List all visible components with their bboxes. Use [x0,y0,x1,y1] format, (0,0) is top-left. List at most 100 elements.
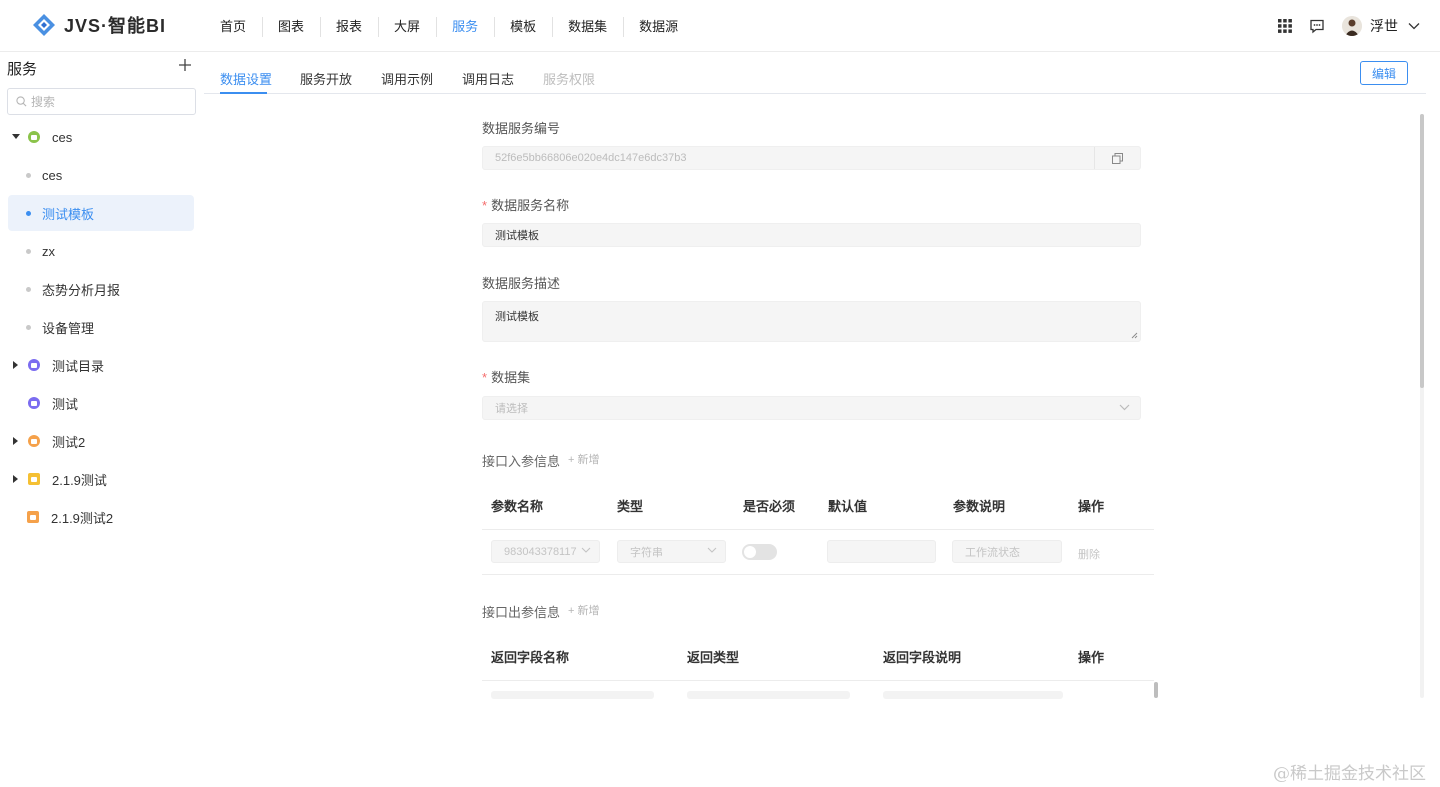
param-name-value: 983043378117 [504,545,577,558]
edit-button[interactable]: 编辑 [1360,61,1408,85]
tab-service-permission: 服务权限 [543,72,596,87]
param-type-select[interactable]: 字符串 [617,540,726,563]
table-divider [482,574,1154,575]
caret-right-icon[interactable] [11,360,21,370]
chevron-down-icon[interactable] [1408,22,1420,30]
tree-folder-test2[interactable]: 测试2 [8,423,194,459]
col-return-desc: 返回字段说明 [883,650,962,665]
param-name-select[interactable]: 983043378117 [491,540,600,563]
col-return-type: 返回类型 [687,650,740,665]
nav-services[interactable]: 服务 [436,0,494,52]
tree-label: 2.1.9测试 [52,472,107,488]
user-avatar[interactable] [1342,16,1362,36]
service-id-field: 52f6e5bb66806e020e4dc147e6dc37b3 [482,146,1141,170]
resize-handle-icon[interactable] [1131,332,1138,339]
add-input-param-button[interactable]: + 新增 [568,451,599,467]
nav-screens[interactable]: 大屏 [378,0,436,52]
col-type: 类型 [617,499,644,514]
tree-label: 测试目录 [52,358,105,374]
param-desc-input[interactable]: 工作流状态 [952,540,1062,563]
tree-label: 测试2 [52,434,86,450]
nav-reports[interactable]: 报表 [320,0,378,52]
tree-folder-test-dir[interactable]: 测试目录 [8,347,194,383]
nav-templates[interactable]: 模板 [494,0,552,52]
add-output-param-button[interactable]: + 新增 [568,602,599,618]
tree-folder-ces[interactable]: ces [8,119,194,155]
tree-label: zx [42,243,55,259]
tree-leaf-situation-report[interactable]: 态势分析月报 [8,271,194,307]
param-default-input[interactable] [827,540,936,563]
tree-leaf-test-template[interactable]: 测试模板 [8,195,194,231]
user-name[interactable]: 浮世 [1370,16,1398,36]
nav-charts[interactable]: 图表 [262,0,320,52]
tab-data-settings[interactable]: 数据设置 [220,69,272,88]
bullet-icon [26,172,31,178]
service-name-label: * 数据服务名称 [482,198,570,213]
tree-label: ces [52,129,73,145]
message-icon[interactable] [1306,15,1328,37]
caret-right-icon[interactable] [11,436,21,446]
service-desc-value: 测试模板 [495,311,539,323]
tab-call-log[interactable]: 调用日志 [462,69,514,88]
caret-down-icon[interactable] [11,132,21,142]
tree-item-test[interactable]: 测试 [8,385,194,421]
bullet-icon [26,286,31,292]
return-type-select[interactable] [687,691,850,699]
caret-right-icon[interactable] [11,474,21,484]
col-return-field: 返回字段名称 [491,650,570,665]
table-scrollbar[interactable] [1154,682,1158,698]
bullet-icon [26,210,31,216]
add-icon[interactable] [176,56,194,74]
copy-icon[interactable] [1094,147,1140,169]
chevron-down-icon [707,547,717,553]
dataset-label: * 数据集 [482,370,531,385]
service-icon [28,397,40,409]
logo-icon [33,14,55,36]
col-return-action: 操作 [1078,650,1105,665]
scrollbar-thumb[interactable] [1420,114,1424,388]
dataset-select[interactable]: 请选择 [482,396,1141,420]
delete-param-button[interactable]: 删除 [1078,546,1100,562]
tab-call-example[interactable]: 调用示例 [381,69,433,88]
search-input[interactable] [31,94,181,109]
service-desc-textarea[interactable]: 测试模板 [482,301,1141,342]
tree-leaf-ces[interactable]: ces [8,157,194,193]
bullet-icon [26,324,31,330]
service-tabs: 数据设置 服务开放 调用示例 调用日志 服务权限 编辑 [204,52,1426,94]
param-type-value: 字符串 [630,546,663,559]
sidebar-search[interactable] [7,88,196,115]
required-toggle[interactable] [742,544,777,560]
return-field-input[interactable] [491,691,654,699]
tree-label: 测试 [52,396,79,412]
param-desc-placeholder: 工作流状态 [965,546,1020,559]
tree-leaf-zx[interactable]: zx [8,233,194,269]
service-name-field[interactable]: 测试模板 [482,223,1141,247]
required-mark: * [482,370,488,385]
nav-datasources[interactable]: 数据源 [623,0,694,52]
table-divider [482,680,1154,681]
service-desc-label: 数据服务描述 [482,276,561,291]
search-icon [16,96,27,107]
main-nav: 首页 图表 报表 大屏 服务 模板 数据集 数据源 [204,0,694,52]
app-logo[interactable]: JVS·智能BI [32,12,166,38]
nav-home[interactable]: 首页 [204,0,262,52]
nav-datasets[interactable]: 数据集 [552,0,623,52]
folder-icon [28,359,40,371]
tree-folder-219-test[interactable]: 2.1.9测试 [8,461,194,497]
service-id-label: 数据服务编号 [482,121,561,136]
sidebar-title: 服务 [7,61,38,78]
folder-icon [28,131,40,143]
required-mark: * [482,198,488,213]
col-default: 默认值 [828,499,868,514]
tree-label: 设备管理 [42,320,95,336]
input-params-title: 接口入参信息 [482,454,561,469]
tree-item-219-test2[interactable]: 2.1.9测试2 [8,499,194,535]
apps-grid-icon[interactable] [1274,15,1296,37]
chevron-down-icon [581,547,591,553]
service-sidebar: 服务 ces ces 测试模板 zx 态势分析月报 设备管理 [0,52,204,787]
return-desc-input[interactable] [883,691,1063,699]
tab-service-open[interactable]: 服务开放 [300,69,352,88]
col-param-name: 参数名称 [491,499,544,514]
service-icon [27,511,39,523]
tree-leaf-device-mgmt[interactable]: 设备管理 [8,309,194,345]
